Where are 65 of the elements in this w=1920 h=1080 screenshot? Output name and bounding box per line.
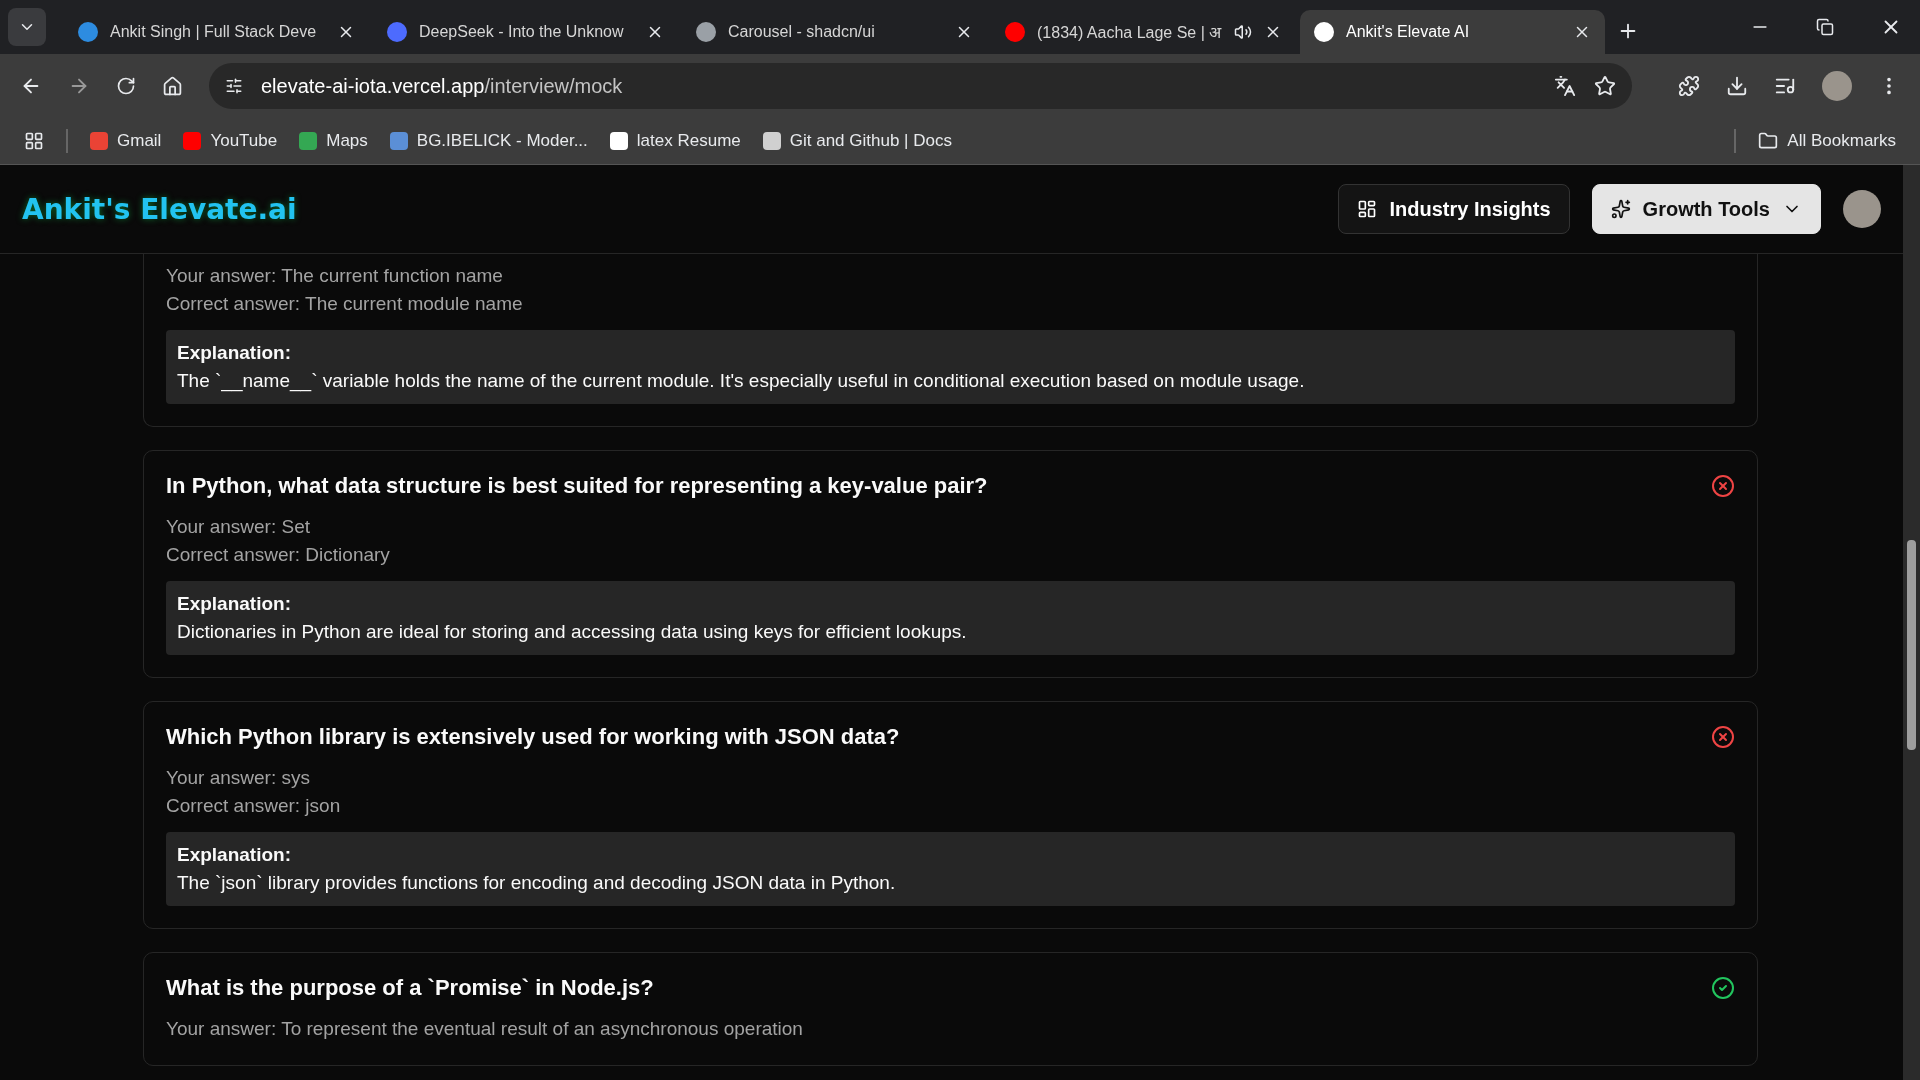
bookmark-link[interactable]: Gmail bbox=[90, 131, 162, 151]
all-bookmarks-link[interactable]: All Bookmarks bbox=[1758, 131, 1896, 151]
your-answer-text: Your answer: To represent the eventual result of an asynchronous operation bbox=[166, 1017, 804, 1041]
dashboard-icon bbox=[1357, 199, 1378, 219]
correct-answer-text: Correct answer: The current module name bbox=[166, 292, 524, 316]
extensions-icon[interactable] bbox=[1678, 75, 1700, 97]
translate-icon[interactable] bbox=[1554, 75, 1576, 97]
correct-answer-text: Correct answer: json bbox=[166, 794, 342, 818]
logo[interactable]: Ankit's Elevate.ai bbox=[22, 192, 297, 226]
correct-answer-text: Correct answer: Dictionary bbox=[166, 543, 391, 567]
tab-title: DeepSeek - Into the Unknow bbox=[419, 23, 625, 41]
bookmark-link[interactable]: BG.IBELICK - Moder... bbox=[389, 131, 588, 151]
tab-title: Ankit's Elevate AI bbox=[1346, 23, 1471, 41]
tab-title: (1834) Aacha Lage Se | अ bbox=[1037, 23, 1222, 43]
browser-tab[interactable]: Carousel - shadcn/ui bbox=[682, 10, 987, 54]
favicon-icon bbox=[1314, 22, 1334, 42]
explanation-text: The `json` library provides functions for encoding and decoding JSON data in Python. bbox=[177, 871, 897, 895]
bookmark-favicon-icon bbox=[90, 132, 108, 150]
explanation-label: Explanation: bbox=[177, 592, 292, 616]
tab-title: Carousel - shadcn/ui bbox=[728, 23, 876, 41]
favicon-icon bbox=[696, 22, 716, 42]
home-icon[interactable] bbox=[162, 75, 183, 97]
bookmark-link[interactable]: Maps bbox=[299, 131, 368, 151]
browser-tab[interactable]: (1834) Aacha Lage Se | अ bbox=[991, 10, 1296, 54]
browser-tab[interactable]: Ankit's Elevate AI bbox=[1300, 10, 1605, 54]
restore-icon[interactable] bbox=[1816, 18, 1834, 36]
folder-icon bbox=[1758, 131, 1779, 151]
industry-insights-button[interactable]: Industry Insights bbox=[1338, 184, 1570, 234]
explanation-text: The `__name__` variable holds the name of the current module. It's especially useful in conditional execution based on module usage. bbox=[177, 369, 1306, 394]
explanation-label: Explanation: bbox=[177, 843, 292, 867]
favicon-icon bbox=[1005, 22, 1025, 42]
bookmark-link[interactable]: latex Resume bbox=[609, 131, 741, 151]
speaker-icon[interactable] bbox=[1234, 23, 1252, 41]
bookmark-favicon-icon bbox=[183, 132, 202, 150]
site-settings-icon[interactable] bbox=[225, 77, 243, 95]
your-answer-text: Your answer: sys bbox=[166, 766, 311, 790]
bookmark-favicon-icon bbox=[299, 132, 318, 150]
bookmark-favicon-icon bbox=[762, 132, 781, 150]
your-answer-text: Your answer: Set bbox=[166, 515, 311, 539]
download-icon[interactable] bbox=[1726, 75, 1748, 97]
tab-title: Ankit Singh | Full Stack Deve bbox=[110, 23, 318, 41]
explanation-label: Explanation: bbox=[177, 341, 292, 365]
bookmark-link[interactable]: Git and Github | Docs bbox=[762, 131, 952, 151]
star-icon[interactable] bbox=[1594, 75, 1616, 97]
bookmark-link[interactable]: YouTube bbox=[183, 131, 278, 151]
profile-avatar[interactable] bbox=[1822, 71, 1852, 101]
bookmark-favicon-icon bbox=[609, 132, 628, 150]
question-text: What is the purpose of a `Promise` in Node.js? bbox=[166, 975, 654, 1001]
url-text: elevate-ai-iota.vercel.app/interview/mock bbox=[261, 74, 624, 98]
your-answer-text: Your answer: The current function name bbox=[166, 264, 504, 288]
explanation-text: Dictionaries in Python are ideal for storing and accessing data using keys for efficient lookups. bbox=[177, 620, 968, 644]
reload-icon[interactable] bbox=[116, 76, 136, 96]
user-avatar[interactable] bbox=[1843, 190, 1881, 228]
bookmark-favicon-icon bbox=[389, 132, 408, 150]
question-text: In Python, what data structure is best suited for representing a key-value pair? bbox=[166, 473, 988, 499]
browser-tab[interactable]: DeepSeek - Into the Unknow bbox=[373, 10, 678, 54]
favicon-icon bbox=[387, 22, 407, 42]
address-bar[interactable]: elevate-ai-iota.vercel.app/interview/mock bbox=[209, 63, 1632, 109]
scrollbar[interactable] bbox=[1903, 165, 1920, 1080]
browser-tab[interactable]: Ankit Singh | Full Stack Deve bbox=[64, 10, 369, 54]
sparkles-icon bbox=[1610, 199, 1631, 219]
question-text: Which Python library is extensively used for working with JSON data? bbox=[166, 724, 900, 750]
apps-icon[interactable] bbox=[24, 131, 44, 151]
growth-tools-button[interactable]: Growth Tools bbox=[1591, 184, 1821, 234]
favicon-icon bbox=[78, 22, 98, 42]
